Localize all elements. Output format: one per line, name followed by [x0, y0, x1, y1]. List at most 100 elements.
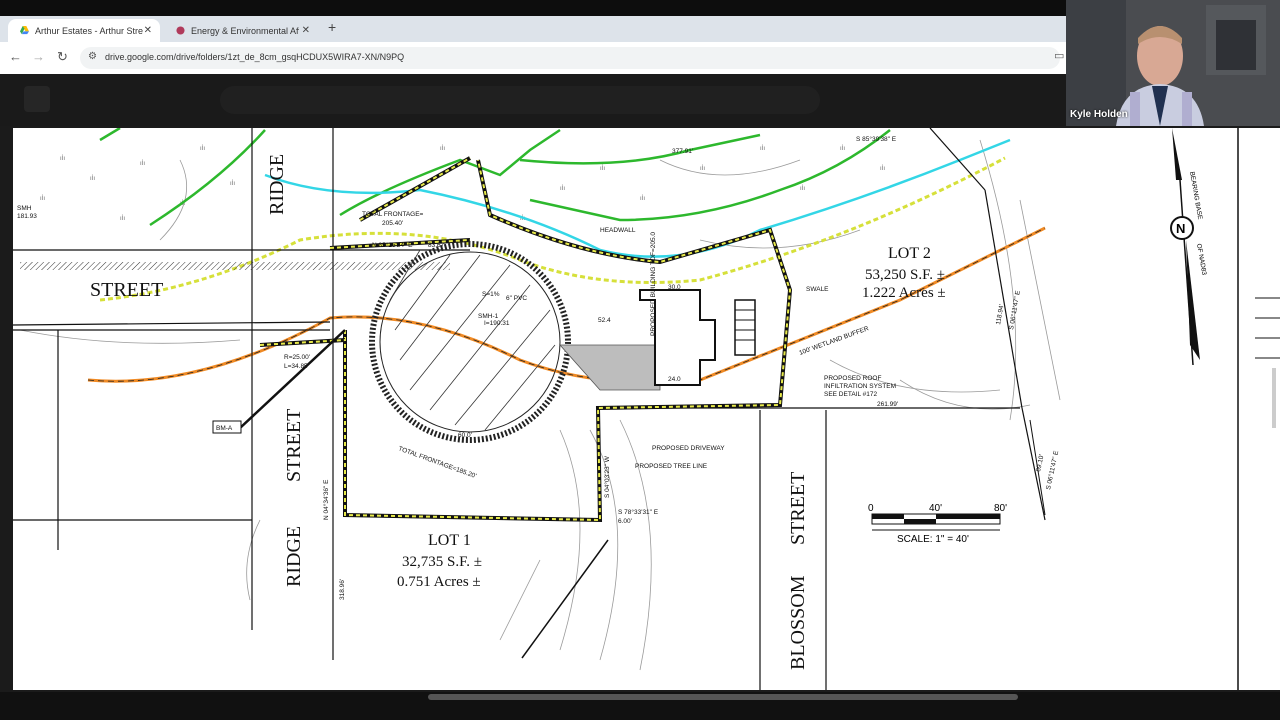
bearing-bottom: S 78°33'31" E [618, 508, 659, 516]
bearing-left: N 04°34'36" E [322, 479, 330, 520]
scale-tick-0: 0 [868, 503, 874, 514]
bm-label: BM-A [216, 425, 233, 432]
svg-text:ıİı: ıİı [760, 145, 765, 152]
headwall-label: HEADWALL [600, 227, 636, 234]
webcam-video [1066, 0, 1280, 126]
north-note-1: BEARING BASE [1188, 171, 1203, 221]
svg-text:ıİı: ıİı [230, 180, 235, 187]
tab-arthur-estates[interactable]: Arthur Estates - Arthur Street L ✕ [8, 19, 160, 42]
dim-52: 52.4 [598, 317, 611, 324]
svg-text:ıİı: ıİı [700, 165, 705, 172]
lot1-name: LOT 1 [428, 532, 471, 549]
tab-energy-environmental[interactable]: Energy & Environmental Affair ✕ [164, 19, 318, 42]
close-icon[interactable]: ✕ [144, 25, 152, 36]
search-bar-dimmed [220, 86, 820, 114]
proposed-building-label: PROPOSED BUILDING TOF=205.0 [650, 232, 657, 336]
s1-label: S=1% [482, 291, 500, 298]
north-arrow: N BEARING BASE OF NAD83 [1170, 128, 1208, 366]
roof-infiltration-2: INFILTRATION SYSTEM [824, 383, 896, 390]
tab-strip: Arthur Estates - Arthur Street L ✕ Energ… [0, 16, 1066, 42]
frontage-dist: 83.67' [428, 242, 446, 249]
north-note-2: OF NAD83 [1195, 243, 1207, 276]
lot2-name: LOT 2 [888, 245, 931, 262]
lot2-area-ac: 1.222 Acres ± [862, 285, 946, 301]
extension-icon[interactable]: ▭ [1054, 49, 1064, 62]
site-plan-drawing: ıİııİııİı ıİııİııİı ıİııİııİı ıİııİııİı … [13, 128, 1239, 690]
dim-30: 30.0 [668, 284, 681, 291]
back-arrow-icon[interactable]: ← [9, 49, 22, 64]
dist-right2: 69.10' [1035, 454, 1045, 473]
roof-infiltration-3: SEE DETAIL #172 [824, 391, 877, 398]
north-letter: N [1176, 221, 1185, 236]
dist-bottom: 6.00' [618, 518, 632, 525]
frontage-top: TOTAL FRONTAGE= [362, 211, 424, 218]
lot2-area-sf: 53,250 S.F. ± [865, 267, 945, 283]
ridge-label-bottom: RIDGE [283, 526, 305, 587]
dim-60: 60.0' [458, 432, 472, 439]
url-text: drive.google.com/drive/folders/1zt_de_8c… [105, 52, 405, 62]
address-bar[interactable]: ⚙ drive.google.com/drive/folders/1zt_de_… [80, 47, 1060, 69]
lot1-area-ac: 0.751 Acres ± [397, 574, 481, 590]
dim-24: 24.0 [668, 376, 681, 383]
radius-label: R=25.00' [284, 354, 310, 361]
scale-tick-40: 40' [929, 503, 942, 514]
svg-text:ıİı: ıİı [90, 175, 95, 182]
svg-text:ıİı: ıİı [60, 155, 65, 162]
new-tab-button[interactable]: + [328, 19, 336, 35]
wetland-symbols: ıİııİııİı ıİııİııİı ıİııİııİı ıİııİııİı … [40, 145, 885, 222]
street-label: STREET [90, 279, 163, 301]
bearing-lot1: S 04°03'23" W [603, 455, 611, 498]
ridge-label-top: RIDGE [266, 154, 288, 215]
smh1-label: SMH-1 [478, 313, 499, 320]
reload-icon[interactable]: ↻ [57, 49, 68, 65]
blossom-street-label: STREET [787, 472, 809, 545]
webcam-overlay: Kyle Holden [1066, 0, 1280, 126]
driveway-label: PROPOSED DRIVEWAY [652, 445, 725, 452]
wetland-buffer-label: 100' WETLAND BUFFER [798, 325, 870, 357]
svg-text:ıİı: ıİı [40, 195, 45, 202]
proposed-building [639, 289, 756, 386]
google-drive-icon [20, 26, 29, 35]
site-info-icon[interactable]: ⚙ [88, 51, 97, 62]
dist-right: 118.94' [995, 304, 1005, 326]
frontage-bearing: N 85°25'24" E [372, 241, 413, 249]
svg-text:ıİı: ıİı [640, 195, 645, 202]
participant-name: Kyle Holden [1070, 109, 1128, 120]
horizontal-scrollbar[interactable] [428, 694, 1018, 700]
svg-text:ıİı: ıİı [880, 165, 885, 172]
cul-de-sac [369, 241, 571, 443]
bearing-right2: S 06°11'47" E [1044, 449, 1060, 490]
svg-text:ıİı: ıİı [560, 185, 565, 192]
smh-rim-label: I=190.31 [484, 320, 510, 327]
tab-title: Arthur Estates - Arthur Street L [35, 25, 143, 36]
close-icon[interactable]: ✕ [302, 25, 310, 36]
forward-arrow-icon[interactable]: → [32, 49, 45, 64]
wetland-boundary [99, 128, 891, 227]
dist-left: 318.96' [339, 579, 346, 600]
arc-label: L=34.85' [284, 363, 309, 370]
tab-title: Energy & Environmental Affair [191, 25, 299, 36]
scale-tick-80: 80' [994, 503, 1007, 514]
swale-label: SWALE [806, 286, 829, 293]
dist-top: 377.91' [672, 148, 693, 155]
contour-lines [19, 139, 1061, 671]
drive-logo-icon [24, 86, 50, 112]
scale-bar: 0 40' 80' SCALE: 1" = 40' [868, 503, 1007, 545]
pvc-label: 6" PVC [506, 295, 527, 302]
bearing-right: S 06°11'47" E [1007, 289, 1022, 330]
bearing-top: S 85°39'38" E [856, 135, 897, 143]
site-plan-sheet[interactable]: ıİı ıİı ıİı ıİı ıİı ıİı ıİı ıİı ıİı ıİı ıİı ıİı … [13, 128, 1253, 690]
smh-left-label: SMH [17, 205, 32, 212]
svg-text:ıİı: ıİı [140, 160, 145, 167]
drive-header-dimmed [0, 74, 1066, 126]
svg-text:ıİı: ıİı [120, 215, 125, 222]
svg-text:ıİı: ıİı [440, 145, 445, 152]
roof-infiltration-1: PROPOSED ROOF [824, 375, 881, 382]
ridge-street-label: STREET [283, 409, 305, 482]
tree-line-label: PROPOSED TREE LINE [635, 463, 708, 470]
lot1-area-sf: 32,735 S.F. ± [402, 554, 482, 570]
frontage-bottom: TOTAL FRONTAGE=185.20' [397, 445, 477, 480]
site-icon [176, 26, 185, 35]
svg-text:ıİı: ıİı [840, 145, 845, 152]
smh-left-value: 181.93 [17, 213, 37, 220]
